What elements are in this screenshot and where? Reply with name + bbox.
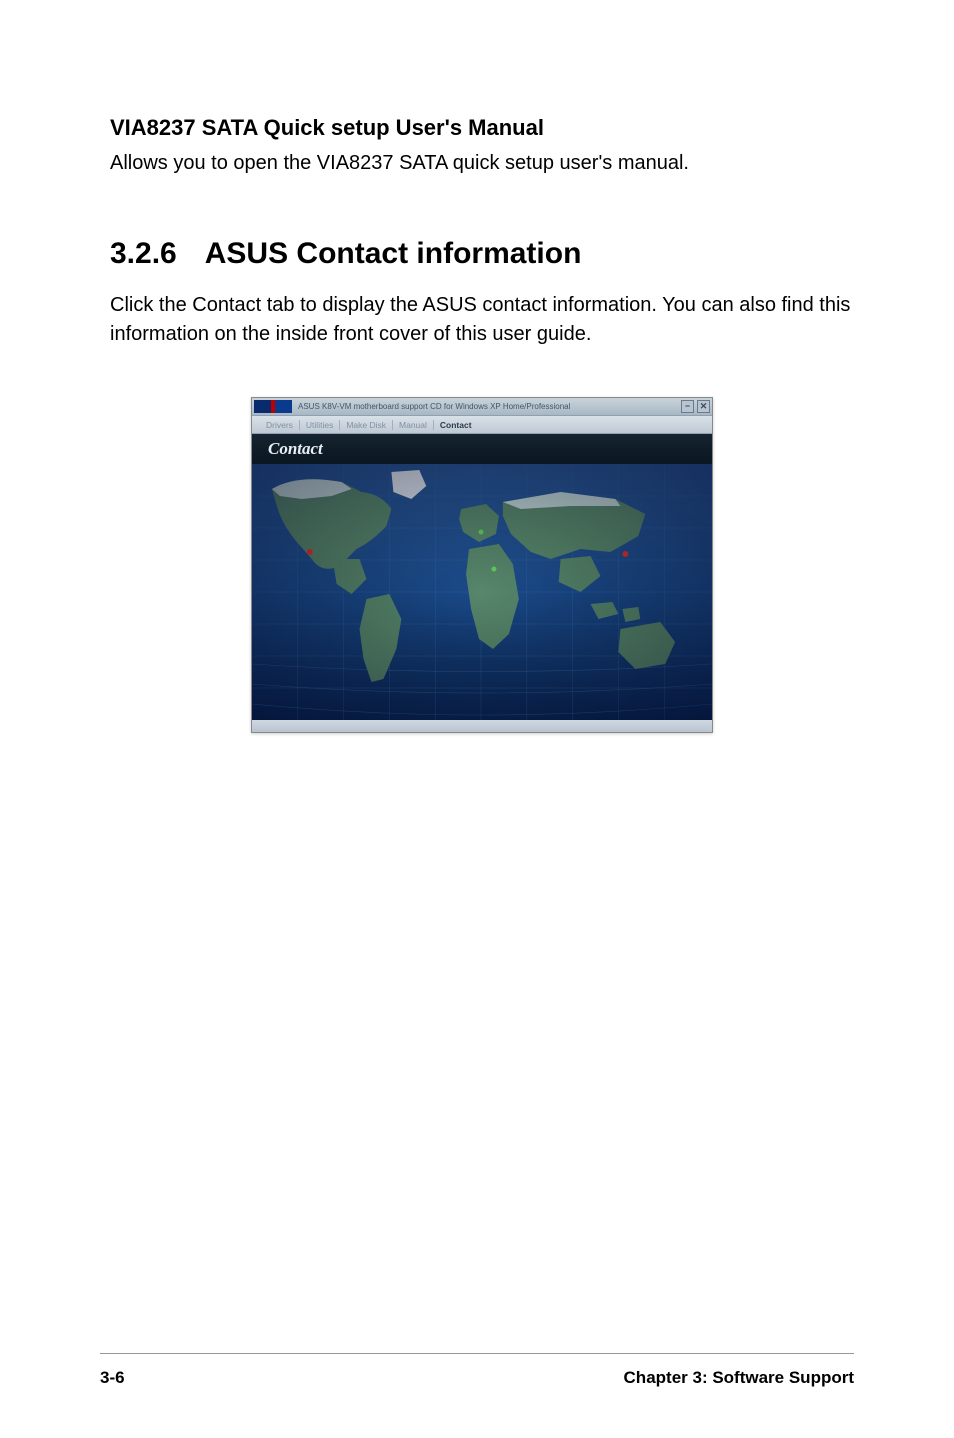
screenshot-container: ASUS K8V-VM motherboard support CD for W… [110,397,854,733]
tab-manual[interactable]: Manual [393,420,434,430]
window-title: ASUS K8V-VM motherboard support CD for W… [298,402,681,411]
asus-logo [254,400,292,413]
section-number: 3.2.6 [110,237,177,271]
content-header-label: Contact [268,439,323,459]
tab-utilities[interactable]: Utilities [300,420,340,430]
tab-bar: Drivers Utilities Make Disk Manual Conta… [252,416,712,434]
window-bottom-strip [252,720,712,732]
close-button[interactable]: ✕ [697,400,710,413]
subsection-title: VIA8237 SATA Quick setup User's Manual [110,115,854,141]
subsection-body: Allows you to open the VIA8237 SATA quic… [110,149,854,177]
app-window: ASUS K8V-VM motherboard support CD for W… [251,397,713,733]
section-title: ASUS Contact information [205,237,582,271]
section-body: Click the Contact tab to display the ASU… [110,291,854,349]
window-titlebar: ASUS K8V-VM motherboard support CD for W… [252,398,712,416]
page-footer: 3-6 Chapter 3: Software Support [100,1353,854,1388]
page-number: 3-6 [100,1368,125,1388]
tab-make-disk[interactable]: Make Disk [340,420,393,430]
tab-drivers[interactable]: Drivers [260,420,300,430]
chapter-label: Chapter 3: Software Support [624,1368,854,1388]
minimize-button[interactable]: − [681,400,694,413]
tab-contact[interactable]: Contact [434,420,478,430]
content-header: Contact [252,434,712,464]
world-map-image [252,464,712,720]
